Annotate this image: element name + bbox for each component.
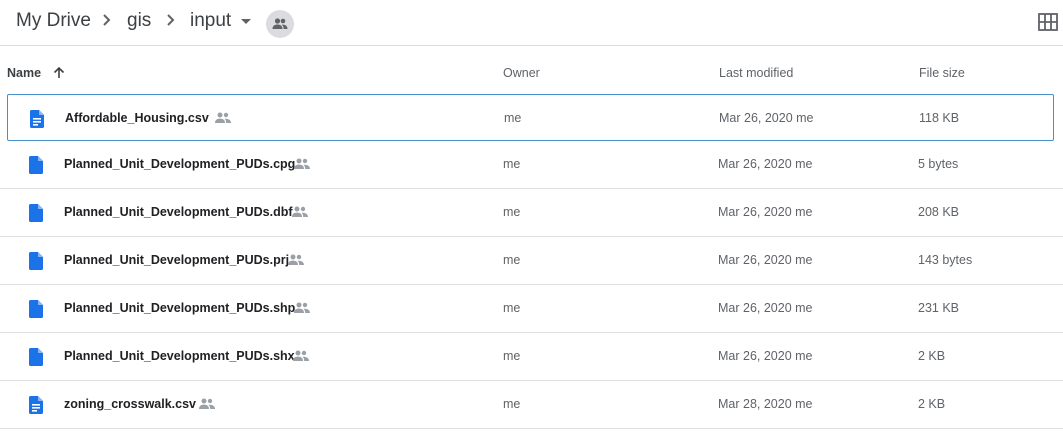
file-owner: me [503,349,521,363]
file-size: 231 KB [918,301,960,315]
file-name: Affordable_Housing.csv [65,111,209,125]
file-owner: me [504,111,522,125]
file-modified: Mar 28, 2020 me [718,397,813,411]
shared-people-icon [294,158,310,169]
arrow-up-icon[interactable] [52,66,66,80]
file-modified: Mar 26, 2020 me [719,111,814,125]
file-modified: Mar 26, 2020 me [718,301,813,315]
breadcrumb-my-drive[interactable]: My Drive [16,8,91,34]
chevron-right-icon [167,14,175,26]
shared-people-icon [294,302,310,313]
file-row[interactable]: Affordable_Housing.csv me Mar 26, 2020 m… [7,94,1054,141]
breadcrumb: My Drive gis input [0,0,1063,44]
column-header-name[interactable]: Name [7,66,41,80]
column-header-file-size[interactable]: File size [919,66,965,80]
file-size: 2 KB [918,349,946,363]
file-modified: Mar 26, 2020 me [718,349,813,363]
file-owner: me [503,397,521,411]
shared-people-icon [215,112,231,123]
file-name: Planned_Unit_Development_PUDs.shp [64,301,296,315]
shared-people-icon [292,206,308,217]
shared-people-icon [199,398,215,409]
doc-file-icon [29,204,43,222]
file-name: Planned_Unit_Development_PUDs.dbf [64,205,293,219]
grid-view-icon[interactable] [1038,13,1058,31]
file-name: Planned_Unit_Development_PUDs.cpg [64,157,296,171]
file-size: 208 KB [918,205,960,219]
breadcrumb-input[interactable]: input [190,8,231,34]
column-header-owner: Owner [503,66,540,80]
file-size: 118 KB [919,111,960,125]
file-modified: Mar 26, 2020 me [718,205,813,219]
file-owner: me [503,253,521,267]
file-row[interactable]: Planned_Unit_Development_PUDs.shp me Mar… [0,285,1063,333]
file-name: Planned_Unit_Development_PUDs.prj [64,253,290,267]
shared-people-icon [293,350,309,361]
doc-file-icon [29,300,43,318]
file-row[interactable]: Planned_Unit_Development_PUDs.shx me Mar… [0,333,1063,381]
file-row[interactable]: zoning_crosswalk.csv me Mar 28, 2020 me … [0,381,1063,429]
column-header-last-modified[interactable]: Last modified [719,66,793,80]
file-owner: me [503,301,521,315]
file-modified: Mar 26, 2020 me [718,253,813,267]
file-modified: Mar 26, 2020 me [718,157,813,171]
doc-file-icon [29,156,43,174]
file-owner: me [503,205,521,219]
file-size: 143 bytes [918,253,973,267]
csv-file-icon [29,396,43,414]
file-owner: me [503,157,521,171]
breadcrumb-gis[interactable]: gis [127,8,151,34]
file-size: 5 bytes [918,157,959,171]
csv-file-icon [30,110,44,128]
file-row[interactable]: Planned_Unit_Development_PUDs.cpg me Mar… [0,141,1063,189]
shared-people-icon [288,254,304,265]
doc-file-icon [29,348,43,366]
caret-down-icon[interactable] [241,19,251,25]
file-list: Affordable_Housing.csv me Mar 26, 2020 m… [0,94,1063,429]
doc-file-icon [29,252,43,270]
file-name: Planned_Unit_Development_PUDs.shx [64,349,295,363]
file-name: zoning_crosswalk.csv [64,397,197,411]
header-divider [0,45,1063,46]
file-size: 2 KB [918,397,946,411]
file-row[interactable]: Planned_Unit_Development_PUDs.prj me Mar… [0,237,1063,285]
shared-folder-icon[interactable] [266,10,294,38]
chevron-right-icon [103,14,111,26]
file-row[interactable]: Planned_Unit_Development_PUDs.dbf me Mar… [0,189,1063,237]
